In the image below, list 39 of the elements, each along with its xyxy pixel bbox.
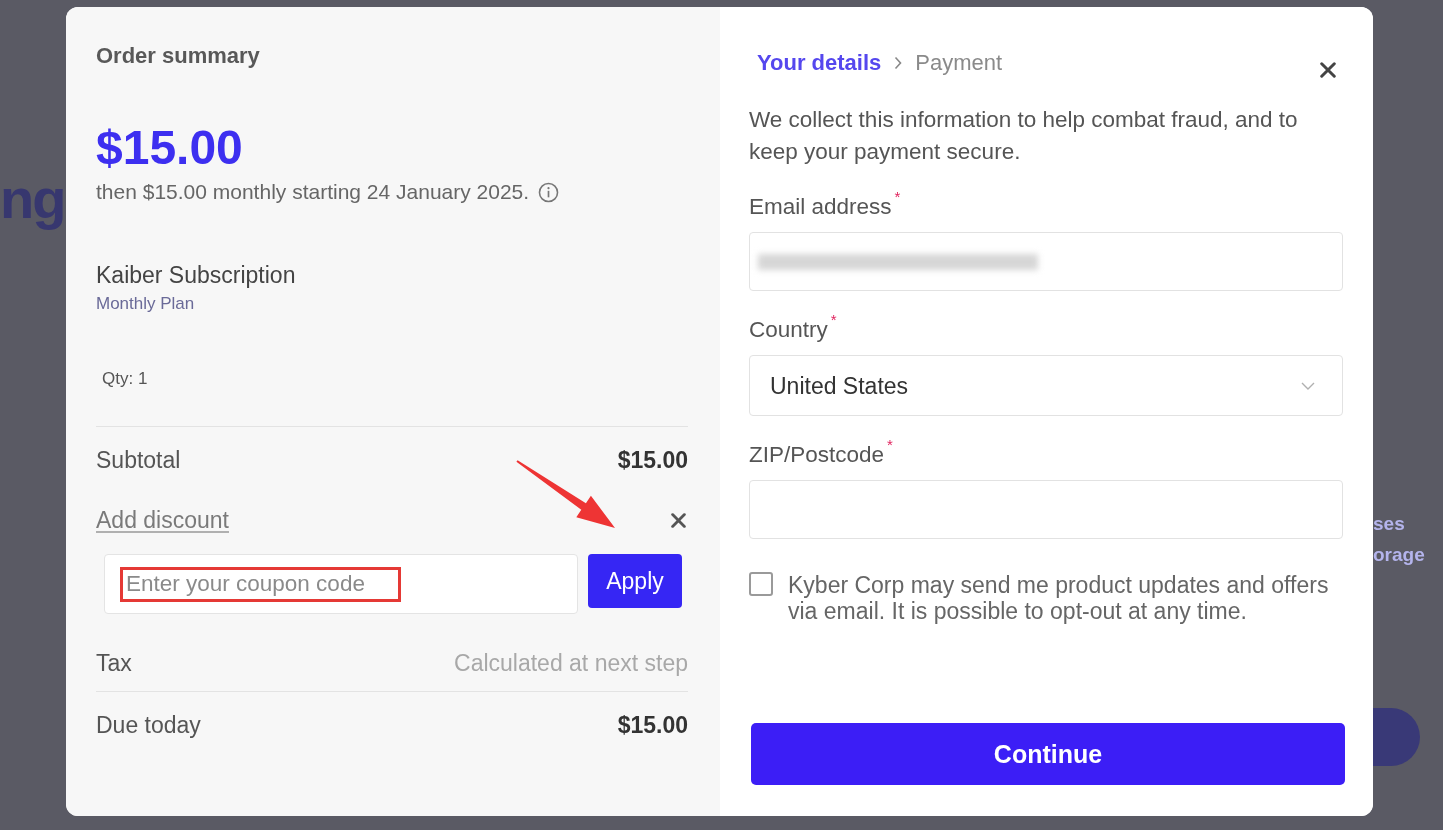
field-label: Country <box>749 317 828 343</box>
background-text: orage <box>1373 543 1425 567</box>
price-text: $15.00 <box>96 120 244 176</box>
close-icon <box>670 512 686 528</box>
chevron-right-icon <box>894 56 903 70</box>
continue-button[interactable]: Continue <box>751 723 1345 785</box>
note-text: Calculated at next step <box>454 650 688 676</box>
required-mark: * <box>887 437 893 452</box>
background-text: ses <box>1373 512 1405 536</box>
coupon-field[interactable]: Enter your coupon code <box>104 554 578 614</box>
product-name: Kaiber Subscription <box>96 261 297 289</box>
close-button[interactable] <box>1319 61 1336 78</box>
input-field[interactable] <box>749 232 1343 291</box>
info-icon[interactable] <box>538 181 560 203</box>
amount-text: $15.00 <box>617 447 688 473</box>
intro-text: We collect this information to help combat fraud, and to keep your payment secure. <box>749 106 1299 166</box>
consent-text: Kyber Corp may send me product updates and offers via email. It is possible to opt-out at any time. <box>788 572 1330 624</box>
amount-text: $15.00 <box>617 712 688 738</box>
background-pill <box>1373 708 1420 766</box>
close-button[interactable] <box>670 512 686 528</box>
apply-button[interactable]: Apply <box>588 554 682 608</box>
input-field[interactable] <box>749 480 1343 539</box>
line-label: Tax <box>96 650 132 676</box>
plan-text: Monthly Plan <box>96 294 196 314</box>
panel-title: Order summary <box>96 42 261 70</box>
field-label: ZIP/Postcode <box>749 442 885 468</box>
add-discount-link[interactable]: Add discount <box>96 507 229 533</box>
country-select[interactable]: United States <box>749 355 1343 416</box>
breadcrumb-step[interactable]: Your details <box>757 50 882 76</box>
chevron-down-icon <box>1301 381 1315 390</box>
line-label: Subtotal <box>96 447 181 473</box>
line-label: Due today <box>96 712 201 738</box>
quantity-text: Qty: 1 <box>102 369 149 389</box>
required-mark: * <box>894 189 901 204</box>
billing-note: then $15.00 monthly starting 24 January 2025. <box>96 179 530 205</box>
close-icon <box>1319 61 1336 78</box>
required-mark: * <box>830 312 837 327</box>
checkbox[interactable] <box>749 572 773 596</box>
field-label: Email address <box>749 194 892 220</box>
